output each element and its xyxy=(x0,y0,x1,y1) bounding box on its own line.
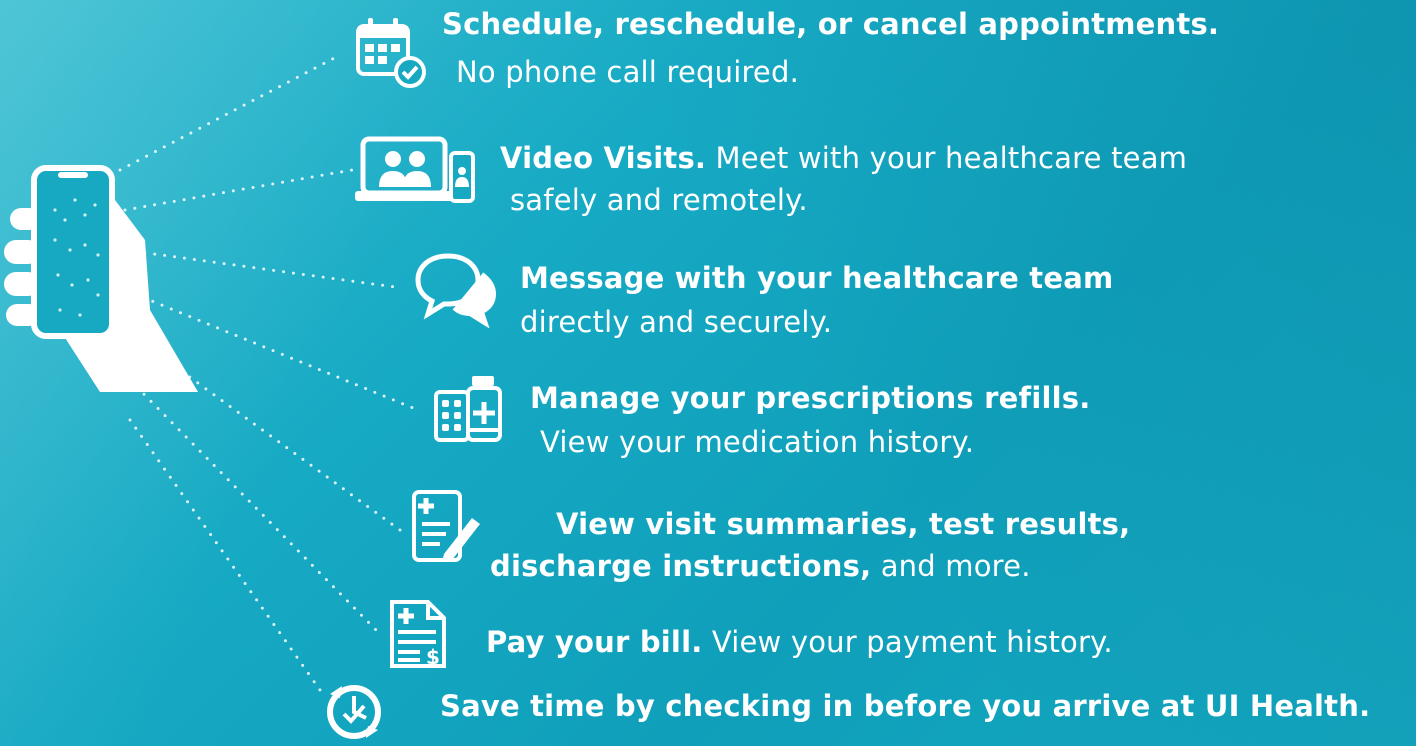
feature-schedule-detail: No phone call required. xyxy=(456,55,799,89)
feature-prescriptions-title: Manage your prescriptions refills. xyxy=(530,381,1091,415)
connector-6 xyxy=(128,378,380,634)
feature-checkin-title: Save time by checking in before you arri… xyxy=(440,689,1371,723)
feature-bill-title: Pay your bill. xyxy=(486,625,703,659)
svg-text:$: $ xyxy=(426,645,440,669)
chat-bubbles-icon xyxy=(415,253,497,328)
feature-video-detail: safely and remotely. xyxy=(510,183,808,217)
feature-video-title: Video Visits. xyxy=(500,141,707,175)
feature-summaries-title: View visit summaries, test results, xyxy=(556,507,1131,541)
feature-video-text: Meet with your healthcare team xyxy=(706,141,1188,175)
feature-summaries-detail: and more. xyxy=(871,549,1031,583)
feature-messaging-detail: directly and securely. xyxy=(520,305,833,339)
bill-icon: $ xyxy=(390,600,446,669)
hand-phone-illustration xyxy=(4,165,198,392)
feature-prescriptions-detail: View your medication history. xyxy=(540,425,975,459)
feature-bill-detail: View your payment history. xyxy=(702,625,1113,659)
calendar-check-icon xyxy=(356,18,426,88)
feature-messaging-title: Message with your healthcare team xyxy=(520,261,1114,295)
clock-checkin-icon xyxy=(327,685,381,739)
video-visit-icon xyxy=(355,136,475,203)
feature-summaries-line2-bold: discharge instructions, xyxy=(490,549,872,583)
prescription-icon xyxy=(434,376,502,442)
connector-7 xyxy=(128,418,322,692)
feature-schedule-title: Schedule, reschedule, or cancel appointm… xyxy=(442,7,1220,41)
connector-1 xyxy=(118,53,342,172)
medical-document-icon xyxy=(412,490,480,562)
